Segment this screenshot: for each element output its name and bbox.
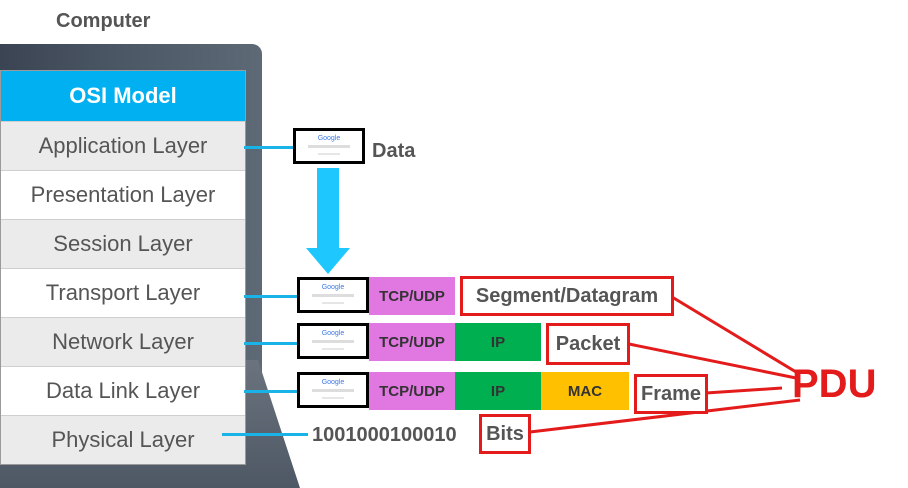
pdu-segment-datagram: Segment/Datagram [460, 276, 674, 316]
pdu-bits: Bits [479, 414, 531, 454]
pdu-line-segment [671, 295, 797, 374]
pdu-connector-lines [529, 295, 801, 434]
pdu-frame: Frame [634, 374, 708, 414]
pdu-line-packet [628, 342, 797, 380]
pdu-packet: Packet [546, 323, 630, 365]
pdu-line-frame [705, 386, 783, 395]
pdu-label: PDU [792, 362, 877, 406]
